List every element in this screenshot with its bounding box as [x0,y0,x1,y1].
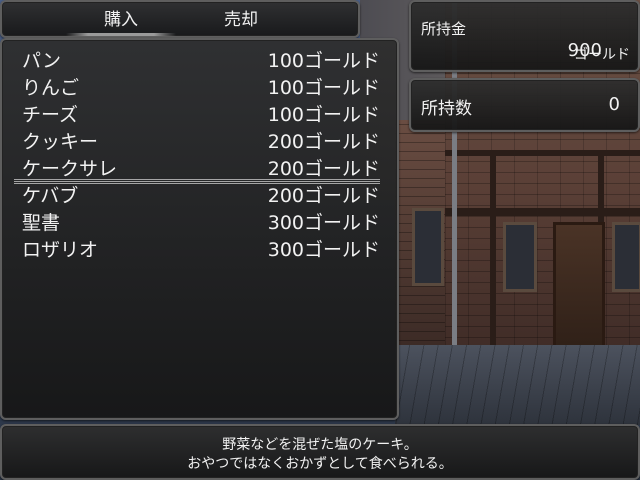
description-window: 野菜などを混ぜた塩のケーキ。 おやつではなくおかずとして食べられる。 [0,424,640,480]
item-price: 200ゴールド [267,185,380,207]
tab-sell-label: 売却 [224,10,258,30]
description-line-2: おやつではなくおかずとして食べられる。 [187,456,453,472]
item-name: チーズ [22,104,79,126]
list-item[interactable]: チーズ 100ゴールド [14,102,380,128]
list-item[interactable]: 聖書 300ゴールド [14,210,380,236]
item-name: パン [22,50,61,72]
item-name: クッキー [22,131,99,153]
house-window [612,222,640,292]
house-window [412,208,444,286]
list-item[interactable]: りんご 100ゴールド [14,75,380,101]
timber-beam [445,150,640,156]
owned-count-window: 所持数 0 [409,78,640,132]
item-name: ケークサレ [22,158,118,180]
list-item[interactable]: ケバブ 200ゴールド [14,183,380,209]
gold-label: 所持金 [421,20,467,38]
item-price: 100ゴールド [267,104,380,126]
item-name: りんご [22,77,80,99]
item-name: ロザリオ [22,239,99,261]
item-name: 聖書 [22,212,61,234]
item-price: 300ゴールド [267,239,380,261]
list-item[interactable]: ケークサレ 200ゴールド [14,156,380,185]
gold-window: 所持金 900 ゴールド [409,0,640,72]
shop-tabs: 購入 売却 [0,0,360,38]
item-name: ケバブ [22,185,79,207]
item-price: 100ゴールド [267,50,380,72]
owned-label: 所持数 [421,99,472,119]
tab-buy[interactable]: 購入 [66,8,176,36]
timber-beam [490,150,496,350]
timber-beam [445,208,640,216]
item-price: 200ゴールド [267,131,380,153]
owned-count: 0 [608,94,620,115]
tab-buy-label: 購入 [104,10,138,30]
tab-sell[interactable]: 売却 [186,8,296,32]
house-window [503,222,537,292]
list-item[interactable]: ロザリオ 300ゴールド [14,237,380,263]
item-price: 200ゴールド [267,158,380,180]
gold-unit: ゴールド [574,47,630,63]
item-list: パン 100ゴールド りんご 100ゴールド チーズ 100ゴールド クッキー … [0,38,399,420]
list-item[interactable]: クッキー 200ゴールド [14,129,380,155]
list-item[interactable]: パン 100ゴールド [14,48,380,74]
item-price: 300ゴールド [267,212,380,234]
item-price: 100ゴールド [267,77,380,99]
active-tab-indicator [66,33,176,36]
cobblestone-street [395,345,640,425]
description-line-1: 野菜などを混ぜた塩のケーキ。 [222,437,418,453]
